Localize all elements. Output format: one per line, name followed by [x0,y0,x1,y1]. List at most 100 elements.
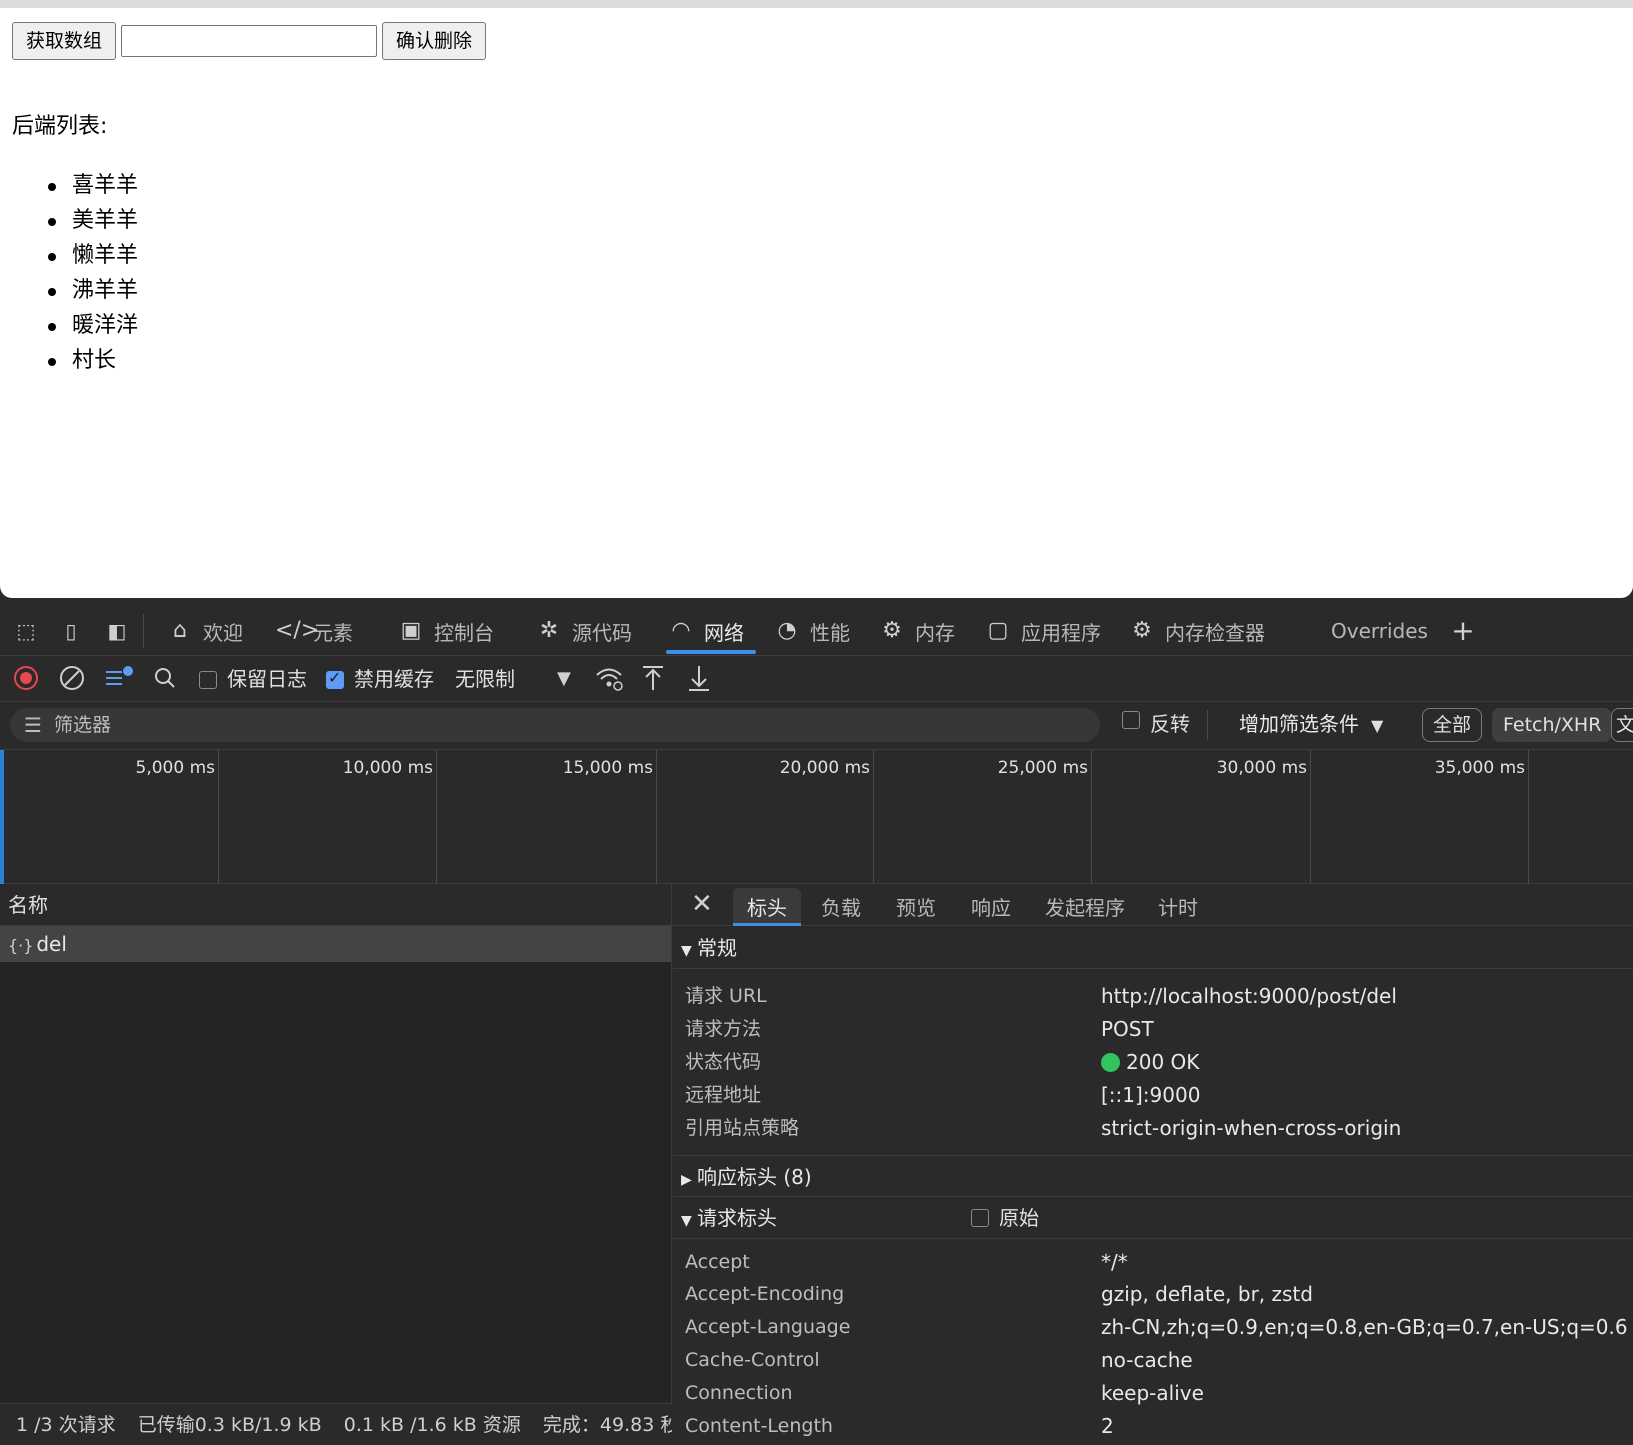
timeline-overview[interactable]: 5,000 ms 10,000 ms 15,000 ms 20,000 ms 2… [0,750,1633,884]
close-icon[interactable]: ✕ [691,888,713,920]
tick-label: 15,000 ms [562,758,653,778]
timeline-gridline: 35,000 ms [1435,750,1529,884]
timeline-gridline: 25,000 ms [998,750,1092,884]
chevron-down-icon[interactable]: ▼ [557,664,571,694]
tick-label: 20,000 ms [779,758,870,778]
header-key: 状态代码 [685,1051,762,1073]
tab-label: 内存 [915,620,955,645]
request-method-value: POST [1101,1017,1154,1041]
tab-label: Overrides [1331,619,1428,643]
network-toolbar: 保留日志 禁用缓存 无限制 ▼ [0,656,1633,702]
search-icon[interactable] [152,664,178,694]
tab-payload[interactable]: 负载 [807,888,875,926]
network-conditions-icon[interactable] [594,664,624,694]
add-tab-icon[interactable]: + [1449,617,1477,645]
transferred-size: 已传输0.3 kB/1.9 kB [137,1414,322,1436]
tab-memory-inspector[interactable]: ⚙ 内存检查器 [1127,606,1265,656]
tab-overrides[interactable]: Overrides [1331,606,1428,656]
fetch-array-button[interactable]: 获取数组 [12,22,116,60]
tab-application[interactable]: ▢ 应用程序 [983,606,1101,656]
name-column-header[interactable]: 名称 [0,884,671,926]
chevron-down-icon[interactable]: ▼ [1371,711,1383,741]
header-key: Cache-Control [685,1349,820,1371]
response-headers-section-header[interactable]: ▶ 响应标头 (8) [673,1155,1633,1197]
tick-label: 25,000 ms [997,758,1088,778]
preserve-log-checkbox[interactable] [199,671,217,689]
tab-elements[interactable]: </> 元素 [275,606,353,656]
header-value: zh-CN,zh;q=0.9,en;q=0.8,en-GB;q=0.7,en-U… [1101,1315,1628,1339]
request-url-value[interactable]: http://localhost:9000/post/del [1101,980,1397,1012]
home-icon: ⌂ [173,618,187,643]
header-key: Accept [685,1251,750,1273]
clear-button[interactable] [58,664,86,694]
tick-label: 5,000 ms [135,758,216,778]
console-icon: ▣ [400,618,422,643]
requests-panel: 名称 {·} del 1 /3 次请求 已传输0.3 kB/1.9 kB 0.1… [0,884,672,1445]
filter-fetch-xhr-button[interactable]: Fetch/XHR [1492,708,1613,742]
tab-label: 元素 [313,620,353,645]
tab-label: 源代码 [572,620,632,645]
tab-sources[interactable]: ✲ 源代码 [534,606,632,656]
request-headers-section-header[interactable]: ▼ 请求标头 原始 [673,1197,1633,1239]
tab-response[interactable]: 响应 [957,888,1025,926]
code-icon: </> [275,618,320,643]
disable-cache-checkbox[interactable] [326,668,344,689]
timeline-gridline: 10,000 ms [343,750,437,884]
timeline-marker [0,750,4,884]
header-key: Accept-Language [685,1316,851,1338]
filter-all-button[interactable]: 全部 [1422,708,1483,742]
inspect-element-icon[interactable]: ⬚ [12,618,40,644]
header-key: Connection [685,1382,793,1404]
app-icon: ▢ [987,618,1009,643]
divider [1207,710,1208,740]
tab-network[interactable]: ◠ 网络 [666,606,756,656]
tab-headers[interactable]: 标头 [733,888,801,926]
header-key: Accept-Encoding [685,1283,845,1305]
network-status-bar: 1 /3 次请求 已传输0.3 kB/1.9 kB 0.1 kB /1.6 kB… [0,1403,672,1445]
collapse-triangle-icon: ▶ [681,1172,692,1188]
section-title: 响应标头 (8) [697,1165,812,1189]
throttle-select[interactable]: 无限制 [455,664,515,694]
clear-icon [60,666,84,690]
upload-icon[interactable] [640,664,666,694]
filter-clear-button[interactable] [104,664,134,694]
web-page: 获取数组 确认删除 后端列表: 喜羊羊 美羊羊 懒羊羊 沸羊羊 暖洋洋 村长 [0,0,1633,598]
expand-triangle-icon: ▼ [681,943,692,959]
delete-id-input[interactable] [121,25,377,57]
tab-welcome[interactable]: ⌂ 欢迎 [165,606,243,656]
more-filters-dropdown[interactable]: 增加筛选条件 [1239,709,1359,739]
confirm-delete-button[interactable]: 确认删除 [382,22,486,60]
bug-icon: ✲ [539,618,559,643]
tab-performance[interactable]: ◔ 性能 [772,606,850,656]
general-section-header[interactable]: ▼ 常规 [673,927,1633,969]
header-key: 请求方法 [685,1018,762,1040]
dock-side-icon[interactable]: ◧ [103,618,131,644]
tab-console[interactable]: ▣ 控制台 [396,606,494,656]
timeline-gridline: 15,000 ms [563,750,657,884]
header-value: */* [1101,1250,1128,1274]
timeline-gridline: 30,000 ms [1217,750,1311,884]
tab-label: 性能 [810,620,850,645]
device-emulation-icon[interactable]: ▯ [57,618,85,644]
finish-time: 完成：49.83 秒 [542,1414,672,1436]
header-value: gzip, deflate, br, zstd [1101,1282,1313,1306]
tab-initiator[interactable]: 发起程序 [1031,888,1139,926]
download-icon[interactable] [686,664,712,694]
tab-preview[interactable]: 预览 [882,888,950,926]
status-ok-icon [1101,1053,1120,1072]
tab-timing[interactable]: 计时 [1144,888,1212,926]
filter-input[interactable] [10,708,1100,742]
list-item: 美羊羊 [47,203,138,238]
raw-checkbox[interactable] [971,1209,989,1227]
record-button[interactable] [12,664,40,694]
section-title: 常规 [697,936,737,960]
list-item: 喜羊羊 [47,168,138,203]
devtools-panel: ⬚ ▯ ◧ ⌂ 欢迎 </> 元素 ▣ 控制台 ✲ 源代码 ◠ 网络 ◔ 性能 … [0,606,1633,1445]
tab-label: 欢迎 [203,620,243,645]
filter-doc-button[interactable]: 文 [1611,708,1633,742]
gear-icon: ⚙ [1132,618,1152,643]
resources-size: 0.1 kB /1.6 kB 资源 [343,1414,521,1436]
invert-checkbox[interactable] [1122,711,1140,729]
tab-memory[interactable]: ⚙ 内存 [877,606,955,656]
request-row[interactable]: {·} del [0,926,671,962]
